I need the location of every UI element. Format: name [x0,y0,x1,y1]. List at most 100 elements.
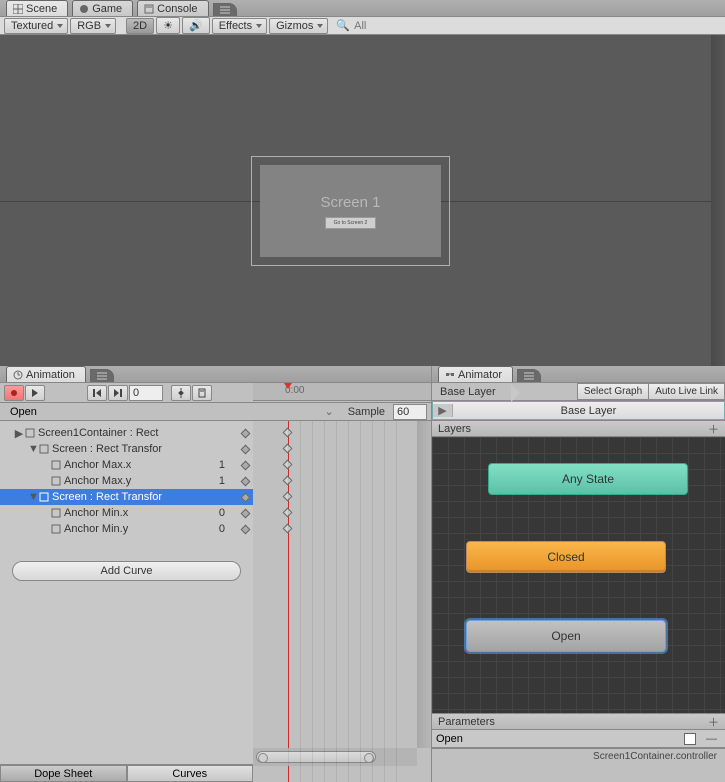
transform-icon [50,475,62,487]
tree-row-6[interactable]: Anchor Min.y0 [0,521,253,537]
effects-label: Effects [219,20,252,32]
curves-tab[interactable]: Curves [127,765,254,782]
tree-row-5[interactable]: Anchor Min.x 0 [0,505,253,521]
gizmos-dropdown[interactable]: Gizmos [269,18,328,34]
canvas-outline[interactable]: Screen 1 Go to Screen 2 [251,156,450,266]
transform-icon [38,491,50,503]
tab-game[interactable]: Game [72,0,133,16]
keyframe-indicator-icon[interactable] [241,460,251,470]
add-parameter-icon[interactable]: ＋ [708,714,719,730]
tree-row-2[interactable]: Anchor Max.x 1 [0,457,253,473]
audio-toggle[interactable]: 🔊 [182,17,210,34]
parameters-label: Parameters [438,716,495,728]
options-icon [220,5,230,15]
speaker-icon: 🔊 [189,19,203,32]
transform-icon [24,427,36,439]
search-input[interactable] [354,20,721,32]
property-label: Screen1Container : Rect [38,427,158,439]
tree-row-3[interactable]: Anchor Max.y 1 [0,473,253,489]
rendermode-dropdown[interactable]: RGB [70,18,116,34]
tab-animator[interactable]: Animator [438,366,513,382]
expand-triangle-icon[interactable]: ▼ [28,491,38,503]
keyframe-indicator-icon[interactable] [241,508,251,518]
animation-hierarchy: ▶ Screen1Container : Rect ▼Screen : Rect T… [0,421,253,782]
scene-toolbar: Textured RGB 2D ☀ 🔊 Effects Gizmos 🔍 [0,17,725,35]
2d-toggle[interactable]: 2D [126,18,154,34]
parameter-checkbox[interactable] [684,733,696,745]
layer-tab-label: Base Layer [453,405,724,417]
keyframe-indicator-icon[interactable] [241,428,251,438]
effects-dropdown[interactable]: Effects [212,18,267,34]
keyframe-indicator-icon[interactable] [241,476,251,486]
dopesheet-area[interactable]: 0:00 [253,421,431,782]
dopesheet-tab[interactable]: Dope Sheet [0,765,127,782]
state-closed[interactable]: Closed [466,541,666,573]
parameters-header[interactable]: Parameters ＋ [432,713,725,730]
transform-icon [50,523,62,535]
layers-header[interactable]: Layers ＋ [432,420,725,437]
tab-animator-label: Animator [458,369,502,381]
screen1-panel[interactable]: Screen 1 Go to Screen 2 [260,165,441,257]
add-keyframe-button[interactable] [171,385,191,401]
expand-triangle-icon[interactable]: ▶ [14,427,24,440]
timeline-hscroll[interactable] [253,748,417,766]
tab-animation[interactable]: Animation [6,366,86,382]
goto-button[interactable]: Go to Screen 2 [325,217,377,229]
expand-triangle-icon[interactable]: ▼ [28,443,38,455]
keyframe-indicator-icon[interactable] [241,524,251,534]
property-label: Anchor Max.y [64,475,131,487]
animator-icon [445,370,455,380]
property-value: 0 [219,507,225,519]
grid-icon [13,4,23,14]
select-graph-button[interactable]: Select Graph [577,383,649,400]
animation-options[interactable] [90,369,114,382]
breadcrumb[interactable]: Base Layer [432,384,512,400]
sun-icon: ☀ [163,19,173,32]
search-icon: 🔍 [336,19,350,32]
time-ruler[interactable]: 0:00 [253,383,431,401]
scene-viewport[interactable]: Screen 1 Go to Screen 2 [0,35,725,366]
clock-icon [13,370,23,380]
top-tabbar: Scene Game Console [0,0,725,17]
keyframe-indicator-icon[interactable] [241,492,251,502]
clip-name: Open [10,406,37,418]
property-label: Anchor Min.x [64,507,128,519]
state-any[interactable]: Any State [488,463,688,495]
tree-row-0[interactable]: ▶ Screen1Container : Rect [0,425,253,441]
remove-parameter-icon[interactable]: — [702,733,721,745]
state-graph[interactable]: Any State Closed Open [432,437,725,713]
parameter-row[interactable]: Open — [432,730,725,748]
tree-row-4[interactable]: ▼Screen : Rect Transfor [0,489,253,505]
add-event-button[interactable] [192,385,212,401]
tab-animation-label: Animation [26,369,75,381]
state-open[interactable]: Open [466,620,666,652]
prev-key-button[interactable] [87,385,107,401]
play-button[interactable] [25,385,45,401]
transform-icon [50,459,62,471]
next-key-button[interactable] [108,385,128,401]
add-curve-button[interactable]: Add Curve [12,561,241,581]
timeline-vscroll[interactable] [417,421,431,748]
property-value: 1 [219,459,225,471]
animator-options[interactable] [517,369,541,382]
scene-scrollbar[interactable] [711,35,725,366]
record-button[interactable] [4,385,24,401]
property-value: 1 [219,475,225,487]
tab-options[interactable] [213,3,237,16]
lighting-toggle[interactable]: ☀ [156,17,180,34]
keyframe-indicator-icon[interactable] [241,444,251,454]
2d-label: 2D [133,20,147,32]
add-layer-icon[interactable]: ＋ [708,421,719,437]
layer-tab[interactable]: ▶ Base Layer [432,401,725,420]
frame-field[interactable] [129,385,163,401]
tab-console[interactable]: Console [137,0,208,16]
pacman-icon [79,4,89,14]
gizmos-label: Gizmos [276,20,313,32]
auto-live-link-button[interactable]: Auto Live Link [648,383,725,400]
tab-console-label: Console [157,3,197,15]
property-label: Anchor Max.x [64,459,131,471]
tree-row-1[interactable]: ▼Screen : Rect Transfor [0,441,253,457]
scene-search[interactable]: 🔍 [336,19,721,32]
tab-scene[interactable]: Scene [6,0,68,16]
shading-dropdown[interactable]: Textured [4,18,68,34]
